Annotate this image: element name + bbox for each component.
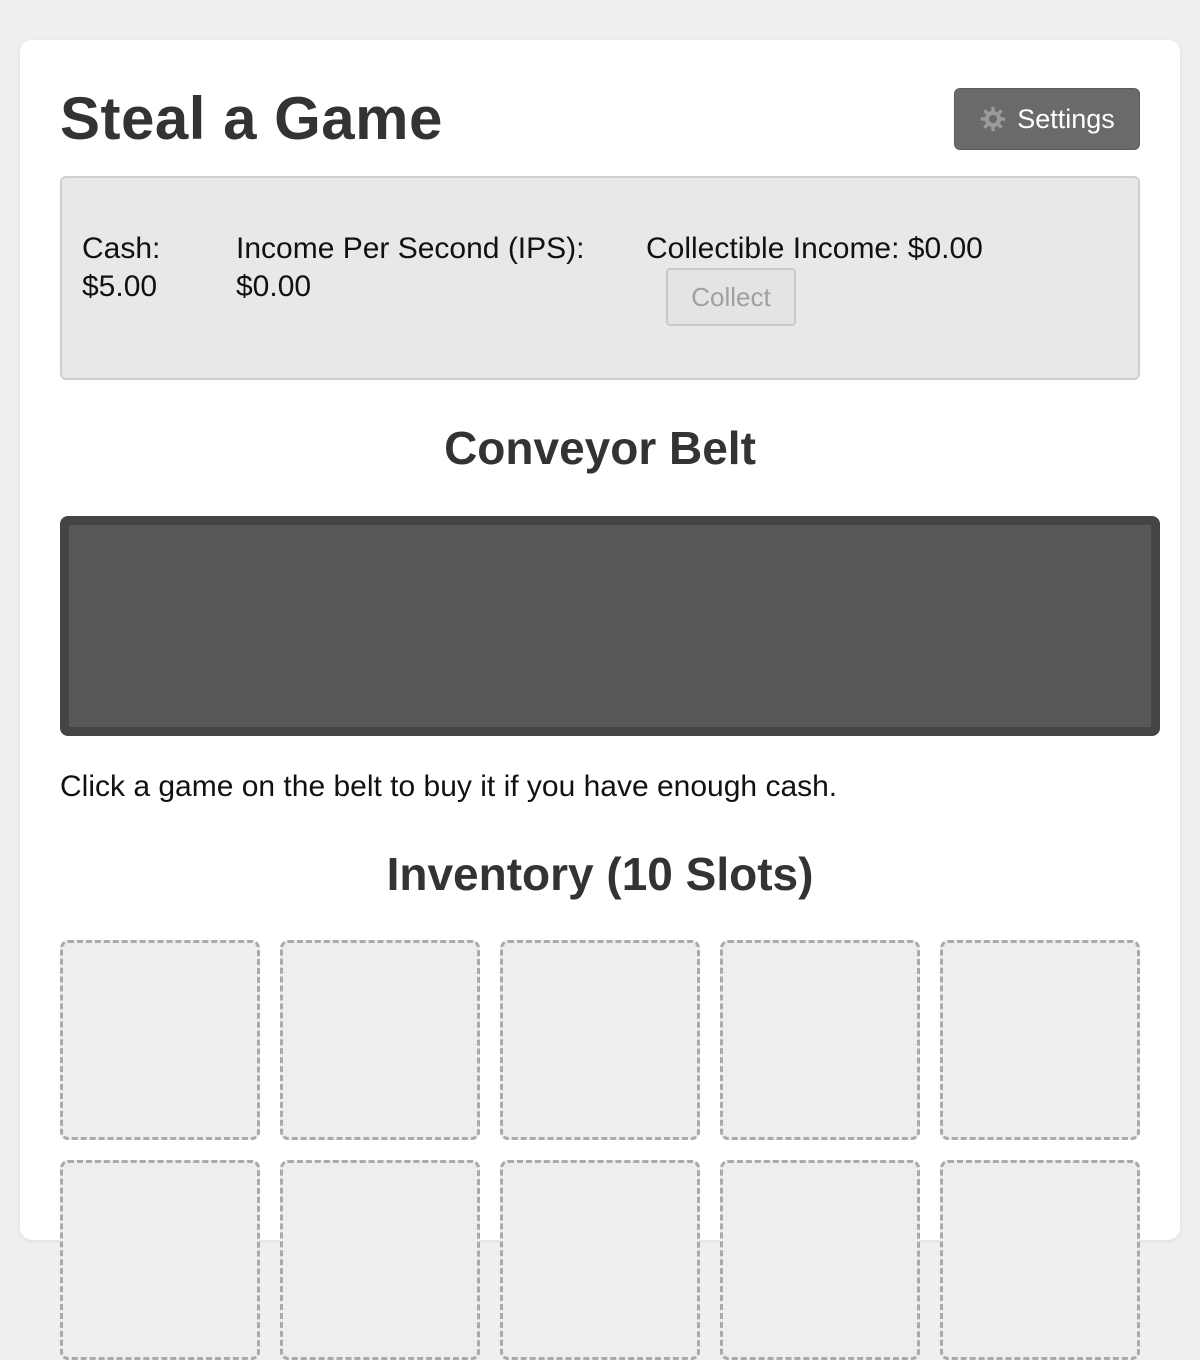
cash-label: Cash: <box>82 232 161 265</box>
page-title: Steal a Game <box>60 85 443 152</box>
collectible-stat: Collectible Income: $0.00 <box>646 230 1126 268</box>
settings-button[interactable]: Settings <box>954 88 1140 150</box>
inventory-slot[interactable] <box>940 940 1140 1140</box>
inventory-slot[interactable] <box>720 1160 920 1360</box>
inventory-slot[interactable] <box>720 940 920 1140</box>
ips-value: $0.00 <box>236 270 312 303</box>
stats-panel: Cash: $5.00 Income Per Second (IPS): $0.… <box>60 176 1140 380</box>
conveyor-belt-heading: Conveyor Belt <box>444 422 756 474</box>
gear-icon <box>979 105 1007 133</box>
cash-value: $5.00 <box>82 270 158 303</box>
inventory-slot[interactable] <box>60 1160 260 1360</box>
belt-hint: Click a game on the belt to buy it if yo… <box>60 770 838 803</box>
cash-stat: Cash: $5.00 <box>82 230 202 306</box>
inventory-slot[interactable] <box>280 1160 480 1360</box>
game-card: Steal a Game Settings Cash: $5.00 Income… <box>20 40 1180 1360</box>
inventory-slot[interactable] <box>280 940 480 1140</box>
inventory-slot[interactable] <box>940 1160 1140 1360</box>
ips-stat: Income Per Second (IPS): $0.00 <box>236 230 636 306</box>
ips-label: Income Per Second (IPS): <box>236 232 585 265</box>
inventory-slot[interactable] <box>500 940 700 1140</box>
collectible-label: Collectible Income: <box>646 232 900 265</box>
inventory-slot[interactable] <box>60 940 260 1140</box>
collectible-value: $0.00 <box>907 232 983 265</box>
collect-button[interactable]: Collect <box>666 268 796 326</box>
inventory-heading: Inventory (10 Slots) <box>386 848 814 900</box>
conveyor-belt[interactable] <box>60 516 1160 736</box>
settings-label: Settings <box>1017 103 1115 134</box>
inventory-slot[interactable] <box>500 1160 700 1360</box>
header: Steal a Game Settings <box>60 80 1140 160</box>
inventory-grid <box>60 940 1140 1360</box>
